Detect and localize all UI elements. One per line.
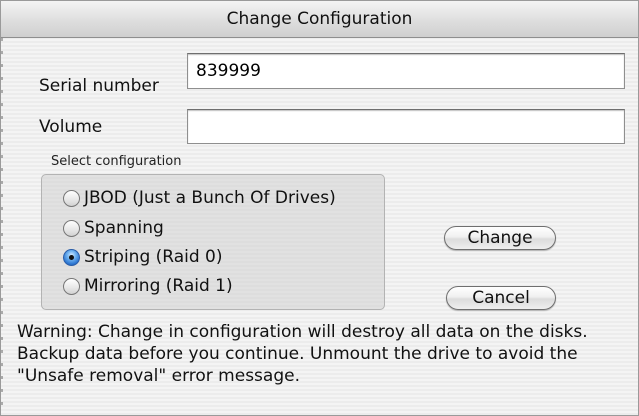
cancel-button[interactable]: Cancel — [446, 286, 556, 310]
radio-jbod-label: JBOD (Just a Bunch Of Drives) — [84, 188, 336, 208]
radio-striping-label: Striping (Raid 0) — [84, 247, 223, 267]
volume-label: Volume — [39, 117, 103, 137]
radio-striping[interactable]: Striping (Raid 0) — [63, 246, 223, 268]
change-button[interactable]: Change — [444, 226, 556, 250]
radio-spanning-label: Spanning — [84, 218, 164, 238]
volume-field[interactable] — [187, 109, 625, 144]
warning-message: Warning: Change in configuration will de… — [17, 322, 588, 386]
radio-button-selected-icon[interactable] — [63, 248, 80, 266]
window-title: Change Configuration — [1, 1, 638, 38]
radio-mirroring[interactable]: Mirroring (Raid 1) — [63, 275, 233, 297]
change-configuration-dialog: Change Configuration Serial number Volum… — [0, 0, 639, 416]
radio-button-icon[interactable] — [63, 219, 80, 237]
select-configuration-label: Select configuration — [51, 154, 182, 169]
serial-number-field[interactable] — [187, 53, 625, 89]
radio-button-icon[interactable] — [63, 189, 80, 207]
serial-number-label: Serial number — [39, 76, 159, 96]
radio-mirroring-label: Mirroring (Raid 1) — [84, 276, 233, 296]
radio-jbod[interactable]: JBOD (Just a Bunch Of Drives) — [63, 187, 336, 209]
window-edge-marks — [1, 38, 3, 415]
radio-spanning[interactable]: Spanning — [63, 217, 164, 239]
radio-button-icon[interactable] — [63, 277, 80, 295]
